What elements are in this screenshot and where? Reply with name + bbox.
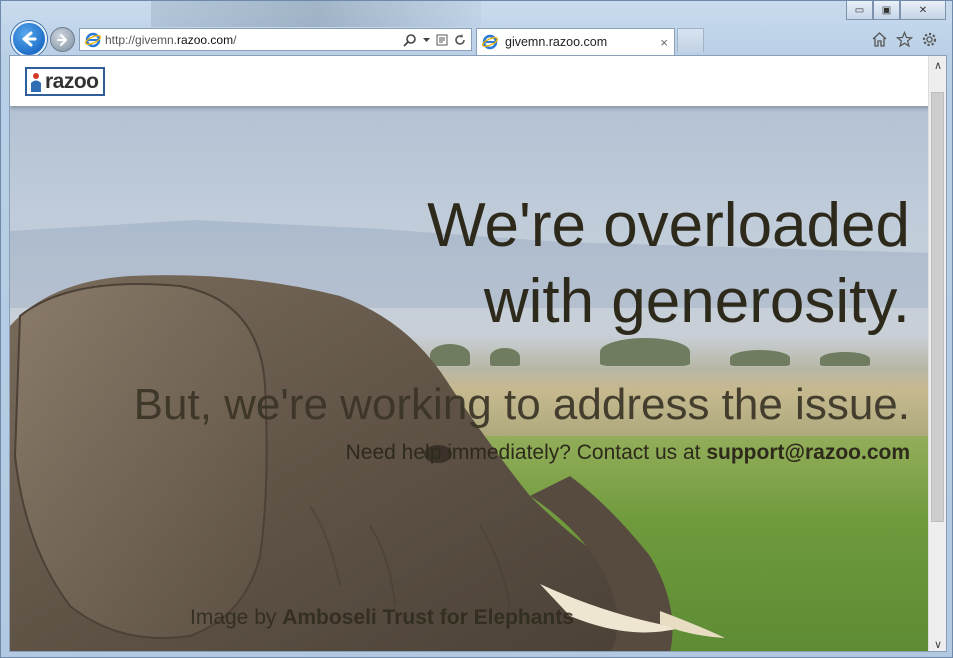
image-credit: Image by Amboseli Trust for Elephants xyxy=(190,606,574,630)
logo-text: razoo xyxy=(45,69,99,93)
contact-line: Need help immediately? Contact us at sup… xyxy=(346,441,910,465)
close-button[interactable]: ✕ xyxy=(900,1,946,20)
address-bar[interactable]: http://givemn.razoo.com/ xyxy=(79,28,472,51)
toolbar-icons xyxy=(871,31,938,48)
hero-section: We're overloaded with generosity. But, w… xyxy=(10,106,930,651)
address-tools xyxy=(403,33,466,47)
search-icon[interactable] xyxy=(403,33,417,47)
tab-ie-icon xyxy=(482,34,498,50)
settings-gear-icon[interactable] xyxy=(921,31,938,48)
new-tab-button[interactable] xyxy=(677,28,704,52)
forward-arrow-icon xyxy=(56,33,67,46)
title-bar-background xyxy=(151,1,481,27)
credit-text: Image by xyxy=(190,606,283,629)
back-arrow-icon xyxy=(22,31,37,47)
site-header: razoo xyxy=(10,56,930,106)
back-button[interactable] xyxy=(11,21,47,57)
window-controls: ▭ ▣ ✕ xyxy=(846,1,946,20)
scroll-up-arrow[interactable]: ∧ xyxy=(929,56,946,74)
page-headline: We're overloaded with generosity. xyxy=(210,188,910,340)
home-icon[interactable] xyxy=(871,31,888,48)
vertical-scrollbar[interactable]: ∧ ∨ xyxy=(928,56,946,651)
page-subheading: But, we're working to address the issue. xyxy=(133,380,910,429)
credit-source: Amboseli Trust for Elephants xyxy=(282,606,574,629)
scroll-down-arrow[interactable]: ∨ xyxy=(929,635,946,651)
headline-line-1: We're overloaded xyxy=(427,191,910,260)
tab-active[interactable]: givemn.razoo.com × xyxy=(476,28,675,55)
headline-line-2: with generosity. xyxy=(483,267,910,336)
address-url[interactable]: http://givemn.razoo.com/ xyxy=(105,33,403,47)
minimize-button[interactable]: ▭ xyxy=(846,1,873,20)
maximize-button[interactable]: ▣ xyxy=(873,1,900,20)
ie-icon xyxy=(85,32,101,47)
tab-title: givemn.razoo.com xyxy=(505,35,608,49)
compat-view-icon[interactable] xyxy=(436,34,448,46)
scrollbar-thumb[interactable] xyxy=(931,92,944,522)
support-email-link[interactable]: support@razoo.com xyxy=(706,441,910,464)
page-viewport: razoo We're overloaded with generosity. … xyxy=(9,55,947,652)
razoo-logo[interactable]: razoo xyxy=(25,67,105,96)
favorites-star-icon[interactable] xyxy=(896,31,913,48)
contact-text: Need help immediately? Contact us at xyxy=(345,441,707,464)
dropdown-arrow-icon[interactable] xyxy=(423,37,430,43)
tab-close-icon[interactable]: × xyxy=(660,35,668,50)
razoo-logo-icon xyxy=(31,72,41,92)
browser-window: ▭ ▣ ✕ http://givemn.razoo.com/ givemn.ra… xyxy=(0,0,953,658)
refresh-icon[interactable] xyxy=(454,33,466,46)
forward-button[interactable] xyxy=(50,27,75,52)
